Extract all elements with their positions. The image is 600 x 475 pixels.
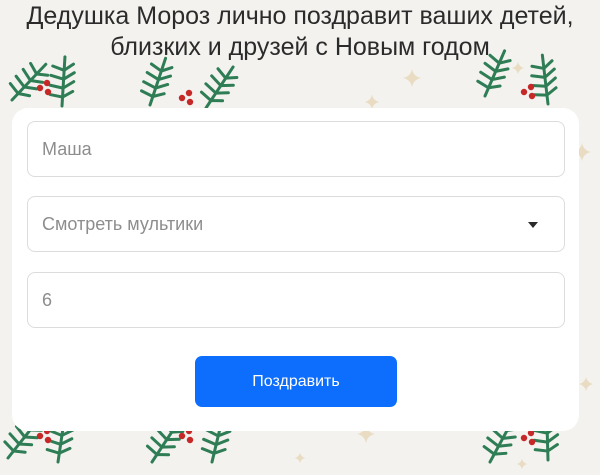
- headline-line-1: Дедушка Мороз лично поздравит ваших дете…: [26, 2, 574, 30]
- greeting-form-card: Смотреть мультики Поздравить: [12, 108, 579, 431]
- dropdown-caret-icon: [528, 222, 538, 228]
- activity-select-value: Смотреть мультики: [42, 213, 204, 234]
- activity-select[interactable]: Смотреть мультики: [27, 196, 565, 252]
- child-name-input[interactable]: [27, 121, 565, 177]
- page-headline: Дедушка Мороз лично поздравит ваших дете…: [0, 0, 600, 63]
- congratulate-button[interactable]: Поздравить: [195, 356, 397, 407]
- headline-line-2: близких и друзей с Новым годом: [110, 33, 490, 61]
- child-age-input[interactable]: [27, 272, 565, 328]
